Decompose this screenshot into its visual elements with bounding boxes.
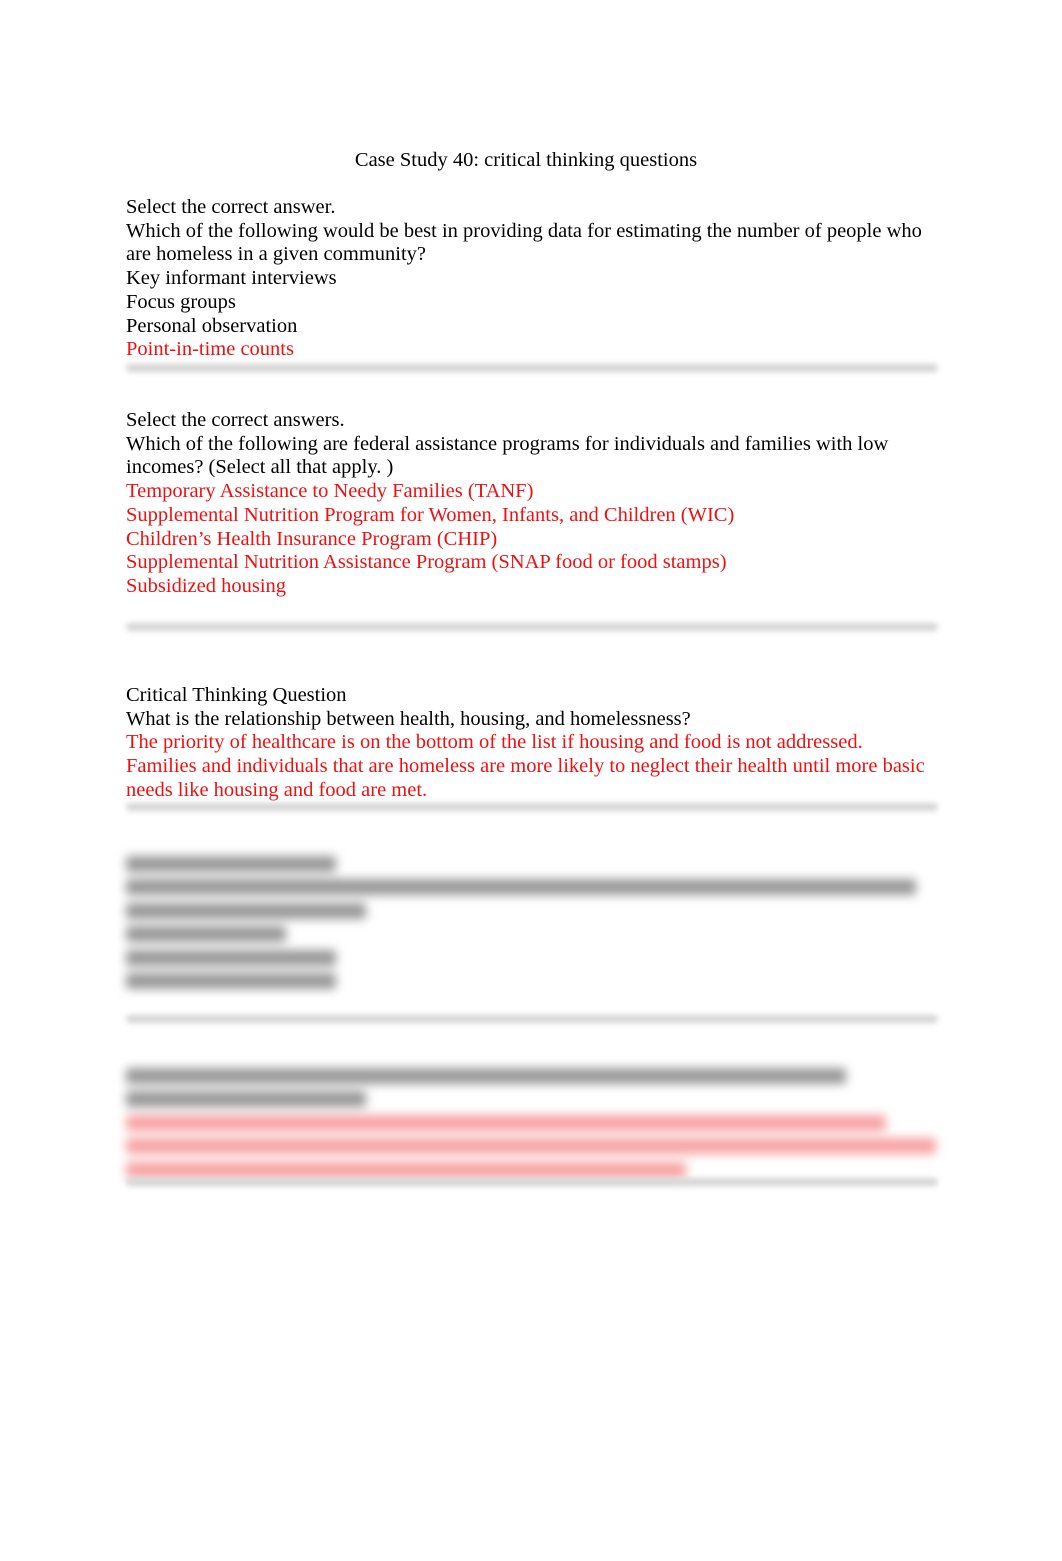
- blurred-question-5: [126, 1060, 938, 1185]
- q2-answer: Subsidized housing: [126, 574, 287, 597]
- blurred-line: [126, 949, 336, 966]
- q1-option: Focus groups: [126, 290, 236, 313]
- separator: [126, 623, 938, 631]
- separator: [126, 803, 938, 811]
- blurred-line: [126, 1161, 686, 1178]
- q3-question: What is the relationship between health,…: [126, 707, 691, 730]
- q1-option: Personal observation: [126, 314, 298, 337]
- q2-question: Which of the following are federal assis…: [126, 432, 889, 479]
- question-2: Select the correct answers. Which of the…: [126, 409, 942, 599]
- question-3: Critical Thinking Question What is the r…: [126, 684, 942, 803]
- document-title: Case Study 40: critical thinking questio…: [354, 149, 698, 171]
- q3-answer: The priority of healthcare is on the bot…: [126, 731, 863, 754]
- blurred-line: [126, 926, 286, 942]
- q2-answer: Temporary Assistance to Needy Families (…: [126, 480, 534, 503]
- q2-answer: Children’s Health Insurance Program (CHI…: [126, 527, 498, 550]
- blurred-line: [126, 1114, 886, 1131]
- q1-answer: Point-in-time counts: [126, 338, 294, 361]
- q1-question: Which of the following would be best in …: [126, 219, 922, 266]
- blurred-line: [126, 973, 336, 989]
- q3-answer: Families and individuals that are homele…: [126, 755, 925, 801]
- blurred-line: [126, 1067, 846, 1084]
- separator: [126, 364, 938, 372]
- q2-instruction: Select the correct answers.: [126, 409, 345, 431]
- q3-heading: Critical Thinking Question: [126, 684, 347, 706]
- q1-instruction: Select the correct answer.: [126, 196, 336, 218]
- separator: [126, 1015, 938, 1023]
- blurred-line: [126, 1091, 366, 1107]
- separator: [126, 1178, 938, 1186]
- q2-answer: Supplemental Nutrition Assistance Progra…: [126, 551, 727, 574]
- blurred-line: [126, 855, 336, 872]
- q2-answer: Supplemental Nutrition Program for Women…: [126, 503, 735, 526]
- question-1: Select the correct answer. Which of the …: [126, 196, 942, 362]
- blurred-line: [126, 879, 916, 895]
- blurred-question-4: [126, 848, 926, 997]
- blurred-line: [126, 1138, 936, 1154]
- blurred-line: [126, 902, 366, 919]
- q1-option: Key informant interviews: [126, 267, 337, 290]
